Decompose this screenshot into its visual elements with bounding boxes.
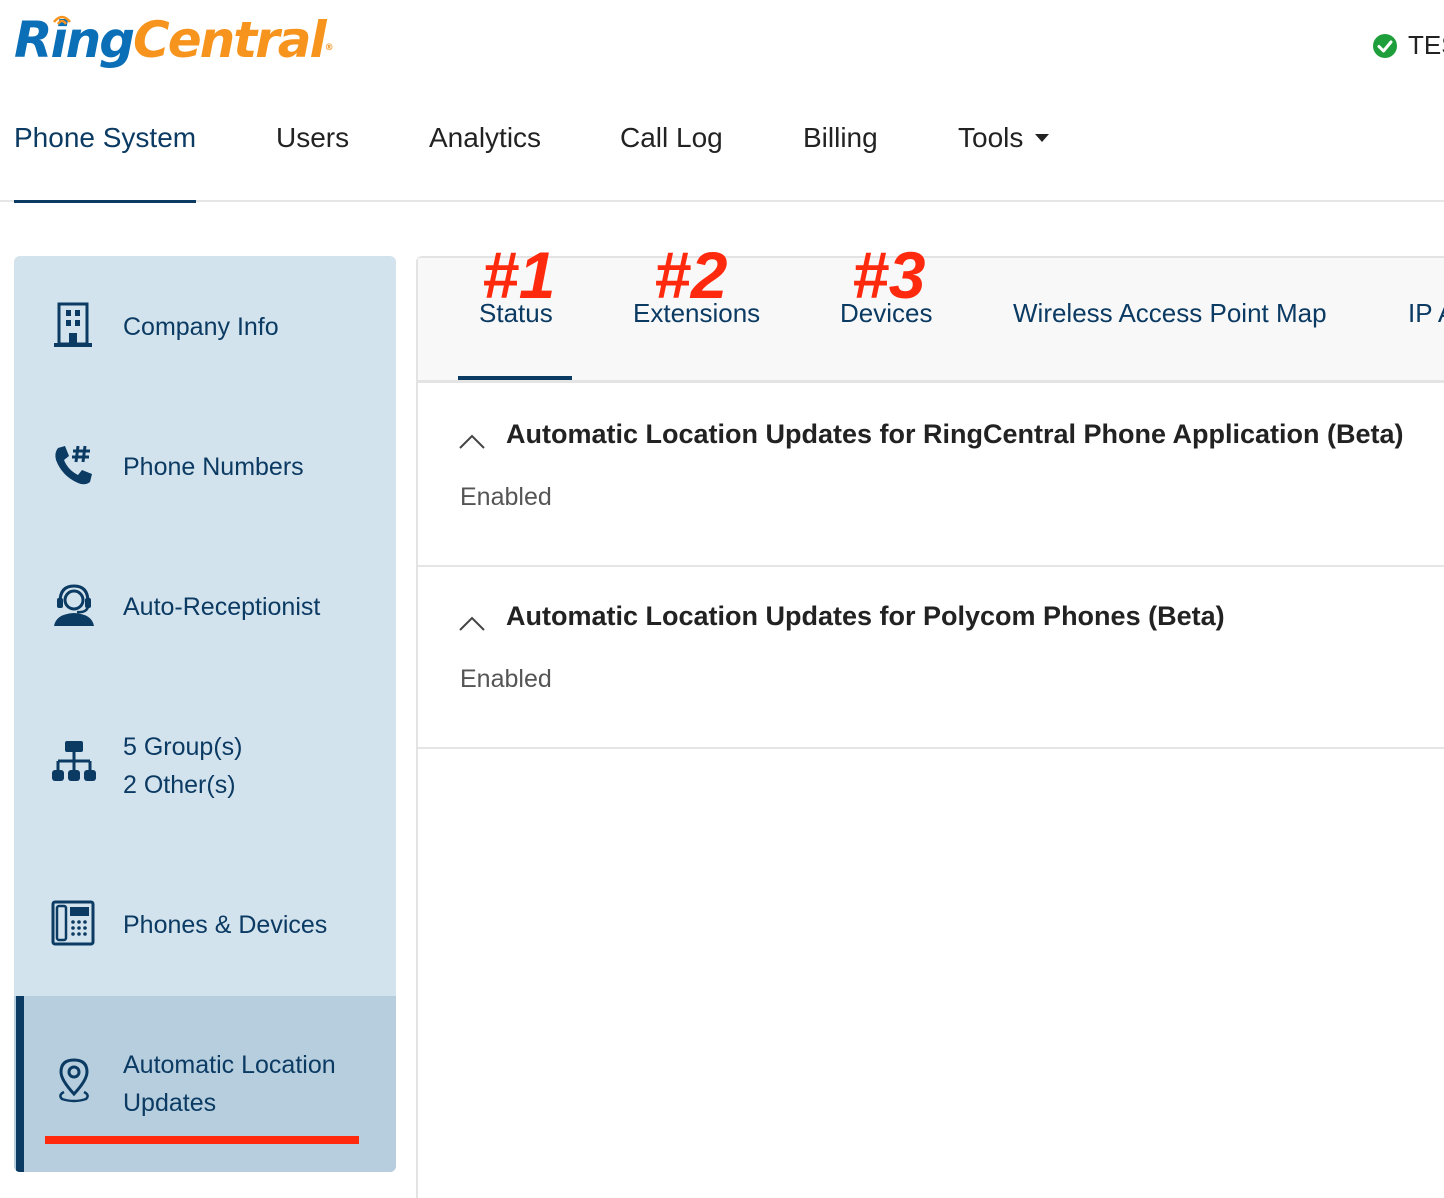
panel-tab-bar: #1 #2 #3 Status Extensions Devices Wirel…	[418, 240, 1444, 383]
sidebar-item-company-info[interactable]: Company Info	[14, 256, 396, 396]
tab-devices[interactable]: Devices	[840, 298, 932, 329]
sidebar-item-label: Auto-Receptionist	[123, 593, 321, 621]
tab-phone-system[interactable]: Phone System	[14, 105, 196, 171]
sidebar-item-phones-devices[interactable]: Phones & Devices	[14, 856, 396, 996]
logo-central-text: Central	[133, 11, 327, 69]
logo-ring-text: Ring	[14, 11, 135, 69]
phone-hash-icon	[55, 445, 92, 485]
sidebar: Company Info Phone Numbers Auto-Receptio…	[14, 256, 396, 1172]
receptionist-headset-icon	[54, 584, 94, 626]
sidebar-item-automatic-location-updates[interactable]: Automatic Location Updates	[14, 996, 396, 1172]
check-circle-icon	[1373, 33, 1397, 58]
tab-users[interactable]: Users	[276, 105, 349, 171]
chevron-up-icon[interactable]	[458, 615, 486, 633]
org-chart-icon	[52, 741, 96, 781]
sidebar-item-label-line2: Updates	[123, 1089, 217, 1117]
sidebar-item-phone-numbers[interactable]: Phone Numbers	[14, 396, 396, 536]
section-rc-phone-app: Automatic Location Updates for RingCentr…	[418, 383, 1444, 567]
logo-registered-mark: ®	[324, 43, 334, 53]
annotation-underline-location-updates	[45, 1136, 359, 1144]
signal-wave-icon	[53, 15, 71, 25]
tab-analytics[interactable]: Analytics	[429, 105, 541, 171]
building-icon	[54, 302, 92, 347]
tab-ip-address[interactable]: IP A	[1408, 298, 1444, 329]
desk-phone-icon	[51, 900, 95, 946]
section-status-value: Enabled	[460, 665, 552, 693]
account-name: TES	[1408, 30, 1444, 60]
sidebar-item-label: Phones & Devices	[123, 911, 328, 939]
sidebar-item-groups[interactable]: 5 Group(s) 2 Other(s)	[14, 676, 396, 856]
section-status-value: Enabled	[460, 483, 552, 511]
section-polycom-phones: Automatic Location Updates for Polycom P…	[418, 565, 1444, 749]
account-status[interactable]: TES	[1372, 30, 1444, 61]
main-panel: #1 #2 #3 Status Extensions Devices Wirel…	[416, 240, 1444, 1198]
sidebar-item-label-others: 2 Other(s)	[123, 771, 236, 799]
ringcentral-logo[interactable]: RingCentral®	[14, 8, 334, 72]
active-indicator-bar	[16, 996, 24, 1172]
tab-billing[interactable]: Billing	[803, 105, 878, 171]
section-title: Automatic Location Updates for RingCentr…	[506, 419, 1404, 449]
tab-extensions[interactable]: Extensions	[633, 298, 760, 329]
tab-tools-label: Tools	[958, 122, 1024, 153]
caret-down-icon	[1035, 133, 1050, 142]
tab-tools[interactable]: Tools	[958, 105, 1050, 171]
sidebar-item-label-line1: Automatic Location	[123, 1051, 336, 1079]
topnav-active-indicator	[14, 200, 196, 203]
tab-status[interactable]: Status	[479, 298, 553, 329]
sidebar-item-label: Company Info	[123, 313, 279, 341]
sidebar-item-label: Phone Numbers	[123, 453, 304, 481]
chevron-up-icon[interactable]	[458, 433, 486, 451]
sidebar-item-label-groups: 5 Group(s)	[123, 733, 243, 761]
section-title: Automatic Location Updates for Polycom P…	[506, 601, 1225, 631]
tab-call-log[interactable]: Call Log	[620, 105, 723, 171]
panel-tab-active-indicator	[458, 376, 572, 380]
sidebar-item-auto-receptionist[interactable]: Auto-Receptionist	[14, 536, 396, 676]
tab-wireless-access-point-map[interactable]: Wireless Access Point Map	[1013, 298, 1327, 329]
location-pin-icon	[59, 1058, 89, 1103]
topnav-divider	[0, 200, 1444, 202]
